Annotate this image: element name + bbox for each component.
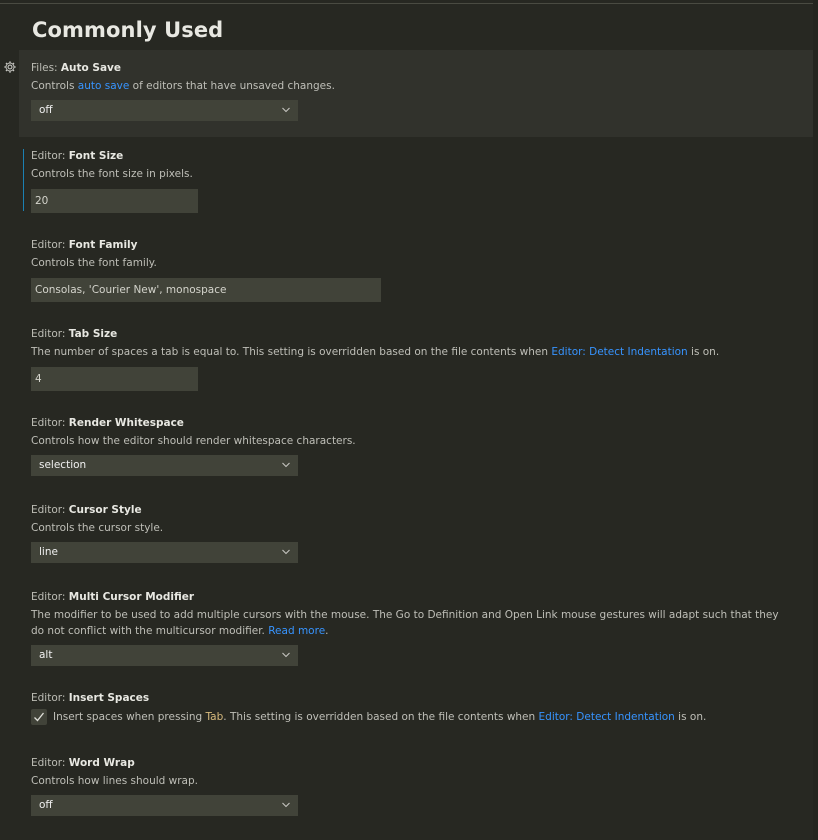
setting-files-auto-save: Files: Auto Save Controls auto save of e…	[4, 50, 813, 137]
setting-name: Font Size	[68, 150, 124, 162]
setting-name: Insert Spaces	[68, 692, 150, 704]
cursor-style-select[interactable]: line	[31, 542, 298, 563]
setting-category: Editor:	[31, 692, 69, 704]
select-value: off	[39, 799, 53, 811]
setting-editor-render-whitespace: Editor: Render Whitespace Controls how t…	[19, 416, 813, 476]
label-text: Insert spaces when pressing	[53, 711, 206, 723]
detect-indentation-link[interactable]: Editor: Detect Indentation	[551, 346, 687, 358]
label-text: is on.	[674, 711, 707, 723]
setting-editor-font-family: Editor: Font Family Controls the font fa…	[19, 238, 813, 302]
setting-description: The number of spaces a tab is equal to. …	[31, 344, 813, 360]
setting-editor-word-wrap: Editor: Word Wrap Controls how lines sho…	[19, 756, 813, 816]
setting-category: Editor:	[31, 591, 69, 603]
setting-name: Word Wrap	[68, 757, 135, 769]
setting-editor-cursor-style: Editor: Cursor Style Controls the cursor…	[19, 503, 813, 563]
detect-indentation-link[interactable]: Editor: Detect Indentation	[539, 711, 675, 723]
chevron-down-icon	[282, 462, 290, 468]
tab-size-input[interactable]: 4	[31, 367, 198, 391]
select-value: selection	[39, 459, 87, 471]
select-value: alt	[39, 649, 53, 661]
auto-save-select[interactable]: off	[31, 100, 298, 121]
setting-description: Controls how lines should wrap.	[31, 775, 198, 787]
checkbox-label: Insert spaces when pressing Tab. This se…	[53, 711, 706, 723]
setting-name: Render Whitespace	[68, 417, 184, 429]
desc-text: The number of spaces a tab is equal to. …	[31, 346, 552, 358]
setting-title: Files: Auto Save	[31, 61, 813, 75]
insert-spaces-checkbox[interactable]	[31, 709, 47, 725]
select-value: line	[39, 546, 58, 558]
setting-title: Editor: Font Size	[31, 149, 813, 163]
setting-category: Editor:	[31, 328, 69, 340]
gear-icon[interactable]	[3, 60, 17, 74]
chevron-down-icon	[282, 652, 290, 658]
setting-description: Controls how the editor should render wh…	[31, 435, 356, 447]
setting-description: Controls the cursor style.	[31, 522, 164, 534]
setting-title: Editor: Cursor Style	[31, 503, 813, 517]
select-value: off	[39, 104, 53, 116]
setting-editor-tab-size: Editor: Tab Size The number of spaces a …	[19, 327, 813, 391]
desc-text: Controls	[31, 80, 78, 92]
check-icon	[34, 712, 45, 722]
font-size-input[interactable]: 20	[31, 189, 198, 213]
code-text: Tab	[205, 711, 224, 723]
setting-name: Font Family	[68, 239, 138, 251]
multi-cursor-modifier-select[interactable]: alt	[31, 645, 298, 666]
insert-spaces-row: Insert spaces when pressing Tab. This se…	[31, 709, 813, 725]
render-whitespace-select[interactable]: selection	[31, 455, 298, 476]
setting-category: Editor:	[31, 150, 69, 162]
label-text: . This setting is overridden based on th…	[223, 711, 539, 723]
setting-editor-multi-cursor-modifier: Editor: Multi Cursor Modifier The modifi…	[19, 590, 813, 666]
setting-title: Editor: Tab Size	[31, 327, 813, 341]
setting-name: Auto Save	[60, 62, 122, 74]
setting-description: Controls the font size in pixels.	[31, 168, 193, 180]
word-wrap-select[interactable]: off	[31, 795, 298, 816]
setting-editor-font-size: Editor: Font Size Controls the font size…	[19, 149, 813, 213]
setting-category: Editor:	[31, 504, 69, 516]
setting-editor-insert-spaces: Editor: Insert Spaces Insert spaces when…	[19, 691, 813, 725]
scrollbar-track[interactable]	[813, 0, 818, 840]
chevron-down-icon	[282, 549, 290, 555]
desc-text: is on.	[687, 346, 720, 358]
setting-title: Editor: Word Wrap	[31, 756, 813, 770]
desc-text: .	[325, 625, 329, 637]
setting-title: Editor: Insert Spaces	[31, 691, 813, 705]
setting-category: Editor:	[31, 417, 69, 429]
auto-save-link[interactable]: auto save	[78, 80, 130, 92]
setting-title: Editor: Font Family	[31, 238, 813, 252]
setting-category: Editor:	[31, 757, 69, 769]
setting-description: The modifier to be used to add multiple …	[31, 607, 813, 639]
desc-text: The modifier to be used to add multiple …	[31, 609, 779, 637]
chevron-down-icon	[282, 802, 290, 808]
top-divider	[0, 3, 813, 4]
read-more-link[interactable]: Read more	[268, 625, 325, 637]
setting-category: Editor:	[31, 239, 69, 251]
setting-name: Cursor Style	[68, 504, 142, 516]
font-family-input[interactable]: Consolas, 'Courier New', monospace	[31, 278, 381, 302]
chevron-down-icon	[282, 107, 290, 113]
setting-description: Controls the font family.	[31, 257, 157, 269]
setting-title: Editor: Multi Cursor Modifier	[31, 590, 813, 604]
setting-name: Tab Size	[68, 328, 118, 340]
setting-description: Controls auto save of editors that have …	[31, 78, 813, 94]
setting-title: Editor: Render Whitespace	[31, 416, 813, 430]
section-title: Commonly Used	[32, 18, 224, 42]
setting-name: Multi Cursor Modifier	[68, 591, 195, 603]
desc-text: of editors that have unsaved changes.	[129, 80, 335, 92]
setting-category: Files:	[31, 62, 61, 74]
